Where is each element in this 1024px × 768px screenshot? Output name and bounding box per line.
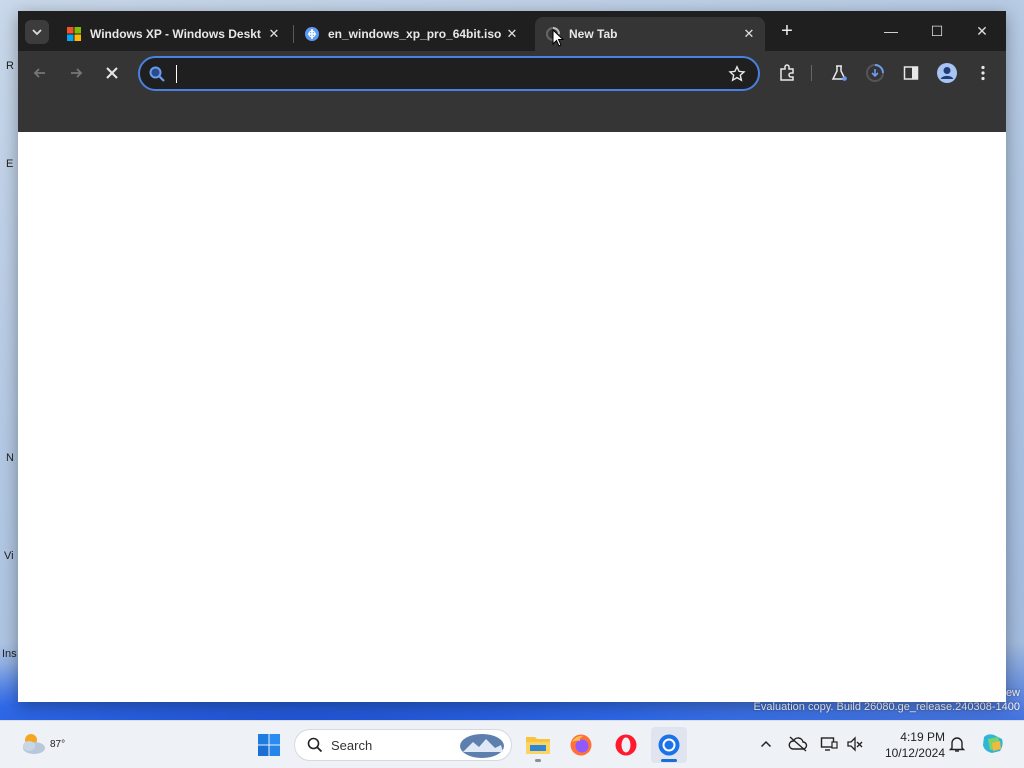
minimize-button[interactable]: — xyxy=(871,17,911,45)
labs-button[interactable] xyxy=(827,61,851,85)
tab-close-button[interactable]: ✕ xyxy=(264,26,284,42)
maximize-button[interactable]: ☐ xyxy=(917,17,957,45)
evaluation-watermark: Evaluation copy. Build 26080.ge_release.… xyxy=(753,701,1020,713)
tab-windows-xp[interactable]: Windows XP - Windows Deskt ✕ xyxy=(56,17,290,51)
copilot-icon xyxy=(983,734,1003,753)
side-panel-button[interactable] xyxy=(899,61,923,85)
desktop-icon-label[interactable]: Ins xyxy=(2,648,17,660)
tab-strip: Windows XP - Windows Deskt ✕ en_windows_… xyxy=(18,11,1006,51)
weather-temperature: 87° xyxy=(50,739,66,750)
taskbar-opera[interactable] xyxy=(608,727,644,763)
copilot-button[interactable] xyxy=(979,730,1007,758)
tab-close-button[interactable]: ✕ xyxy=(502,26,522,42)
taskbar-file-explorer[interactable] xyxy=(520,727,556,763)
taskbar-chrome[interactable] xyxy=(651,727,687,763)
kebab-menu-icon xyxy=(981,65,985,81)
back-button[interactable] xyxy=(28,61,52,85)
extensions-button[interactable] xyxy=(775,61,799,85)
close-window-button[interactable]: ✕ xyxy=(962,17,1002,45)
bookmark-star-icon[interactable] xyxy=(728,65,746,83)
opera-icon xyxy=(615,734,637,756)
chrome-icon xyxy=(658,734,680,756)
forward-arrow-icon xyxy=(71,68,83,78)
show-hidden-icons-button[interactable] xyxy=(755,733,777,755)
tab-title: Windows XP - Windows Deskt xyxy=(90,27,261,41)
taskbar-firefox[interactable] xyxy=(563,727,599,763)
forward-button[interactable] xyxy=(64,61,88,85)
back-arrow-icon xyxy=(33,68,45,78)
page-content xyxy=(18,132,1006,702)
clock-date: 10/12/2024 xyxy=(884,746,945,760)
address-input[interactable] xyxy=(174,64,714,84)
download-progress-icon xyxy=(866,64,884,82)
browser-window: Windows XP - Windows Deskt ✕ en_windows_… xyxy=(18,11,1006,702)
puzzle-icon xyxy=(780,64,794,81)
search-label: Search xyxy=(331,737,373,753)
chevron-down-icon xyxy=(32,29,42,36)
app-indicator xyxy=(661,759,677,762)
watermark-suffix: ew xyxy=(1005,687,1020,699)
search-icon xyxy=(149,66,165,82)
volume-muted-icon xyxy=(847,736,863,752)
desktop-icon-label[interactable]: E xyxy=(6,158,13,170)
mouse-cursor-icon xyxy=(552,29,564,47)
onedrive-tray-button[interactable] xyxy=(787,733,809,755)
tab-search-button[interactable] xyxy=(25,20,49,44)
downloads-button[interactable] xyxy=(863,61,887,85)
stop-loading-button[interactable] xyxy=(100,61,124,85)
bell-icon xyxy=(949,737,965,752)
app-indicator xyxy=(535,759,541,762)
profile-button[interactable] xyxy=(935,61,959,85)
text-caret xyxy=(176,65,177,83)
clock-time: 4:19 PM xyxy=(900,730,945,744)
stop-icon xyxy=(106,67,118,79)
tab-title: en_windows_xp_pro_64bit.iso xyxy=(328,27,502,41)
desktop-icon-label[interactable]: Vi xyxy=(4,550,14,562)
weather-widget[interactable]: 87° xyxy=(18,729,65,761)
address-bar[interactable] xyxy=(138,56,760,91)
network-monitor-icon xyxy=(820,737,838,751)
bookmarks-bar xyxy=(18,95,1006,132)
globe-icon xyxy=(305,27,319,41)
weather-cloud-sun-icon xyxy=(23,734,45,754)
folder-icon xyxy=(526,737,550,754)
chevron-up-icon xyxy=(760,740,772,748)
windows-start-icon xyxy=(258,734,280,756)
browser-toolbar xyxy=(18,51,1006,95)
taskbar-clock[interactable]: 4:19 PM 10/12/2024 xyxy=(873,729,945,761)
notifications-button[interactable] xyxy=(946,733,968,755)
new-tab-button[interactable]: + xyxy=(775,20,799,44)
tab-new-tab[interactable]: New Tab ✕ xyxy=(535,17,765,51)
search-icon xyxy=(307,737,323,753)
network-tray-button[interactable] xyxy=(818,733,840,755)
tab-title: New Tab xyxy=(569,27,618,41)
volume-tray-button[interactable] xyxy=(844,733,866,755)
desktop-icon-label[interactable]: N xyxy=(6,452,14,464)
tab-close-button[interactable]: ✕ xyxy=(739,26,759,42)
taskbar-search[interactable]: Search xyxy=(294,729,512,761)
windows-logo-icon xyxy=(67,27,81,41)
side-panel-icon xyxy=(903,66,919,80)
start-button[interactable] xyxy=(251,727,287,763)
taskbar: 87° Search 4:19 PM 10/12/2024 xyxy=(0,720,1024,768)
tab-iso-download[interactable]: en_windows_xp_pro_64bit.iso ✕ xyxy=(294,17,528,51)
toolbar-divider xyxy=(811,65,812,81)
desktop-icon-label[interactable]: R xyxy=(6,60,14,72)
firefox-icon xyxy=(570,734,592,756)
search-highlight-image xyxy=(460,734,504,758)
profile-avatar-icon xyxy=(937,63,957,83)
cloud-offline-icon xyxy=(788,736,808,752)
menu-button[interactable] xyxy=(971,61,995,85)
flask-icon xyxy=(831,65,847,81)
